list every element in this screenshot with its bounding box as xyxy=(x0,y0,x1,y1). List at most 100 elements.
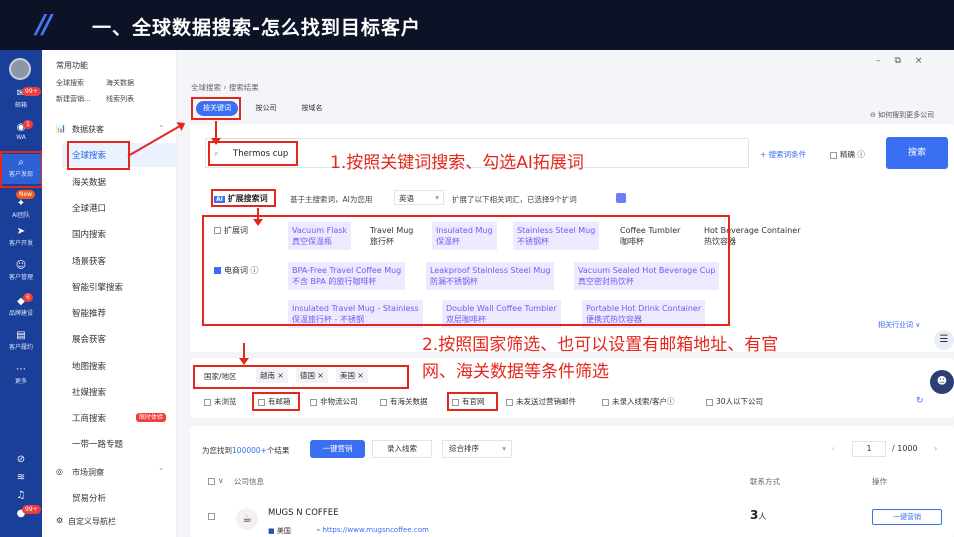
sidebar-common-title: 常用功能 xyxy=(56,61,88,70)
sidebar-item-engine[interactable]: 智能引擎搜索 xyxy=(72,281,123,293)
orders-icon: ▤ xyxy=(16,330,26,341)
brand-badge: 6 xyxy=(23,293,33,302)
highlight-global-search xyxy=(67,141,130,170)
row-marketing-button[interactable]: 一键营销 xyxy=(872,509,942,525)
prev-page-icon[interactable]: ‹ xyxy=(832,444,835,453)
highlight-email-filter xyxy=(252,392,300,411)
arrow-to-keywords xyxy=(257,208,259,224)
send-icon: ➤ xyxy=(16,226,26,237)
row-checkbox[interactable] xyxy=(208,512,218,522)
filter-non-logistics[interactable]: 非物流公司 xyxy=(310,396,358,407)
settings-icon: ⚙ xyxy=(56,516,64,525)
filter-no-marketing-email[interactable]: 未发送过营销邮件 xyxy=(506,396,576,407)
rail-more[interactable]: ⋯ 更多 xyxy=(0,364,42,385)
assistant-icon[interactable]: ☰ xyxy=(934,330,954,350)
rail-layers[interactable]: ≋ xyxy=(0,472,42,484)
col-contact: 联系方式 xyxy=(750,477,780,486)
sidebar-item-map[interactable]: 地图搜索 xyxy=(72,360,106,372)
sidebar-link-customs[interactable]: 海关数据 xyxy=(106,78,134,88)
sidebar-link-global-search[interactable]: 全球搜索 xyxy=(56,78,84,88)
exact-checkbox[interactable]: 精确 ⓘ xyxy=(830,149,865,160)
chevron-down-icon: ▾ xyxy=(435,193,439,202)
highlight-keywords xyxy=(202,215,730,326)
chevron-up-icon-2[interactable]: ⌃ xyxy=(158,467,165,476)
select-all-checkbox[interactable]: ∨ xyxy=(208,476,224,485)
search-conditions-link[interactable]: + 搜索词条件 xyxy=(760,149,806,160)
page-input[interactable]: 1 xyxy=(852,441,886,457)
highlight-keyword-tab xyxy=(191,97,241,120)
results-card xyxy=(190,426,954,537)
sidebar-link-leads[interactable]: 线索列表 xyxy=(106,94,134,104)
sidebar-data-section[interactable]: 数据获客 xyxy=(72,124,104,135)
rail-mgmt[interactable]: ☺ 客户管理 xyxy=(0,260,42,281)
company-country: ■ 美国 xyxy=(268,527,291,535)
language-select[interactable]: 英语 ▾ xyxy=(394,190,444,205)
headset-icon: ♫ xyxy=(16,490,26,501)
annotation-step1: 1.按照关键词搜索、勾选AI拓展词 xyxy=(330,153,584,173)
chevron-up-icon[interactable]: ⌃ xyxy=(158,124,165,133)
filter-small-company[interactable]: 30人以下公司 xyxy=(706,396,763,407)
help-link[interactable]: ⊖ 如何搜到更多公司 xyxy=(870,110,934,120)
arrow-to-country xyxy=(243,343,245,363)
trial-badge: 限时体验 xyxy=(136,413,167,422)
flag-us-icon: ■ xyxy=(268,527,277,535)
bottom-badge: 99+ xyxy=(22,505,41,514)
annotation-step2: 2.按照国家筛选、也可以设置有邮箱地址、有官 xyxy=(422,335,779,355)
refresh-icon[interactable]: ↻ xyxy=(916,396,924,406)
sidebar-custom-nav[interactable]: 自定义导航栏 xyxy=(68,516,116,527)
window-controls[interactable]: –⧉× xyxy=(876,56,936,66)
sort-select[interactable]: 综合排序 ▾ xyxy=(442,440,512,458)
sidebar-item-domestic[interactable]: 国内搜索 xyxy=(72,228,106,240)
col-action: 操作 xyxy=(872,477,887,486)
avatar[interactable] xyxy=(9,58,31,80)
annotation-step2-line2: 网、海关数据等条件筛选 xyxy=(422,362,609,382)
col-company: 公司信息 xyxy=(234,477,264,486)
help-icon: ⊖ xyxy=(870,111,879,119)
result-summary: 为您找到100000+个结果 xyxy=(202,446,290,455)
rail-orders[interactable]: ▤ 客户履约 xyxy=(0,330,42,351)
banner-title: 一、全球数据搜索-怎么找到目标客户 xyxy=(92,17,421,39)
slide-banner: // 一、全球数据搜索-怎么找到目标客户 xyxy=(0,0,954,50)
tab-company[interactable]: 按公司 xyxy=(246,101,286,116)
layers-icon: ≋ xyxy=(16,472,26,483)
more-icon: ⋯ xyxy=(16,364,26,375)
company-logo: ☕ xyxy=(236,508,258,530)
highlight-search-box xyxy=(208,141,298,166)
sidebar-item-expo[interactable]: 展会获客 xyxy=(72,333,106,345)
sidebar-link-new-marketing[interactable]: 新建营销... xyxy=(56,94,91,104)
brand-icon: ◆ xyxy=(17,296,25,307)
rail-ai[interactable]: ✦ AI团队 xyxy=(0,198,42,219)
sidebar-item-scene[interactable]: 场景获客 xyxy=(72,255,106,267)
search-button[interactable]: 搜索 xyxy=(886,137,948,169)
bulk-marketing-button[interactable]: 一键营销 xyxy=(310,440,365,458)
sidebar-item-trade[interactable]: 贸易分析 xyxy=(72,492,106,504)
tab-domain[interactable]: 按域名 xyxy=(292,101,332,116)
company-url[interactable]: ⌁ https://www.mugsncoffee.com xyxy=(316,526,429,534)
rail-support[interactable]: ♫ xyxy=(0,490,42,502)
robot-icon[interactable]: ☻ xyxy=(930,370,954,394)
filter-unviewed[interactable]: 未浏览 xyxy=(204,396,237,407)
sidebar-market-insight[interactable]: 市场洞察 xyxy=(72,467,104,478)
breadcrumb: 全球搜索 › 搜索结果 xyxy=(191,83,259,92)
industry-link[interactable]: 相关行业词 ∨ xyxy=(878,320,920,330)
company-name[interactable]: MUGS N COFFEE xyxy=(268,508,338,518)
rail-dev[interactable]: ➤ 客户开发 xyxy=(0,226,42,247)
arrow-to-search-box xyxy=(215,121,217,143)
rail-brand[interactable]: ◆ 品牌建设 xyxy=(0,296,42,317)
next-page-icon[interactable]: › xyxy=(934,444,937,453)
sidebar-item-business[interactable]: 工商搜索 xyxy=(72,412,106,424)
sidebar-item-ports[interactable]: 全球港口 xyxy=(72,202,106,214)
banner-slash-icon: // xyxy=(36,10,52,40)
expand-desc-2: 扩展了以下相关词汇，已选择9个扩词 xyxy=(452,195,577,204)
sidebar-item-customs[interactable]: 海关数据 xyxy=(72,176,106,188)
user-icon: ☺ xyxy=(15,260,27,271)
add-leads-button[interactable]: 录入线索 xyxy=(372,440,432,458)
rail-wa[interactable]: ◉ WA xyxy=(0,122,42,141)
sidebar-item-belt-road[interactable]: 一带一路专题 xyxy=(72,438,123,450)
sidebar-item-social[interactable]: 社媒搜索 xyxy=(72,386,106,398)
filter-not-leads[interactable]: 未录入线索/客户ⓘ xyxy=(602,396,675,407)
filter-customs-data[interactable]: 有海关数据 xyxy=(380,396,428,407)
sidebar-chart-icon: 📊 xyxy=(56,124,66,133)
sidebar-item-recommend[interactable]: 智能推荐 xyxy=(72,307,106,319)
rail-compass[interactable]: ⊘ xyxy=(0,454,42,466)
